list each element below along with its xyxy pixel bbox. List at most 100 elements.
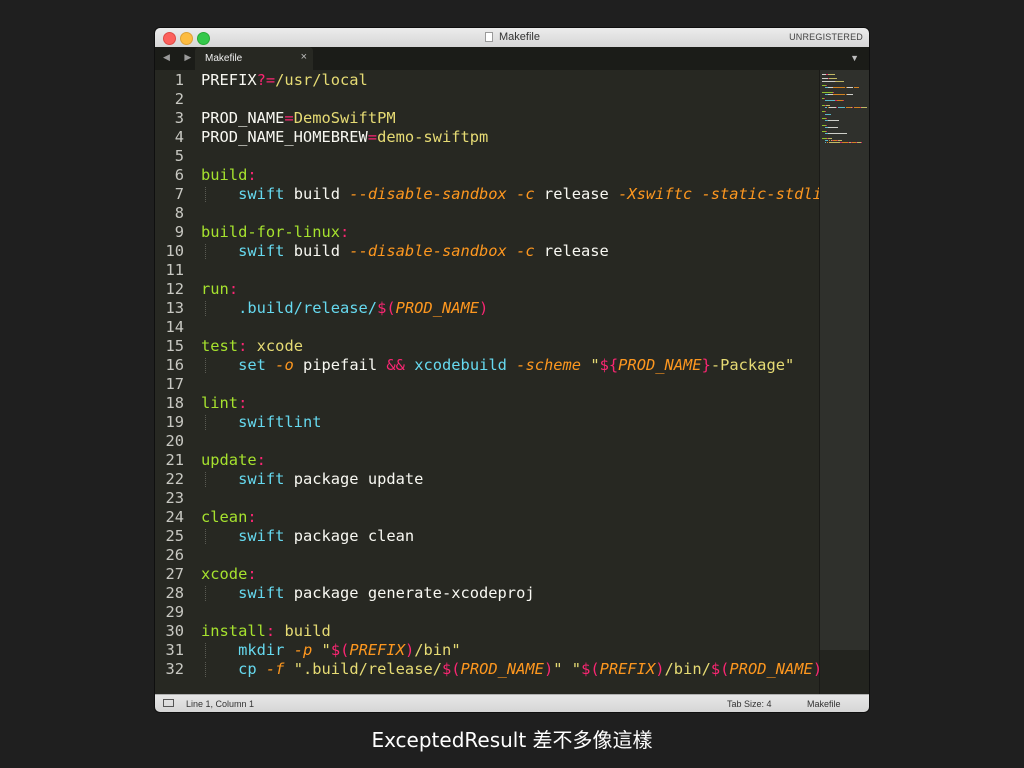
minimap-stroke: [835, 80, 844, 82]
tab-scroll-arrows-icon[interactable]: ◀ ▶: [163, 52, 197, 63]
minimap-stroke: [826, 104, 830, 106]
minimap-stroke: [822, 91, 833, 93]
code-line[interactable]: 17: [155, 375, 819, 394]
code-token: }: [701, 356, 711, 374]
code-line[interactable]: 29: [155, 603, 819, 622]
code-line[interactable]: 27 xcode:: [155, 565, 819, 584]
line-number: 26: [165, 546, 184, 564]
code-line[interactable]: 2: [155, 90, 819, 109]
code-line[interactable]: 8: [155, 204, 819, 223]
code-token: run: [201, 280, 229, 298]
line-number: 24: [165, 508, 184, 526]
code-line[interactable]: 5: [155, 147, 819, 166]
code-line[interactable]: 26: [155, 546, 819, 565]
code-line[interactable]: 18 lint:: [155, 394, 819, 413]
unregistered-label: UNREGISTERED: [789, 32, 863, 42]
code-line[interactable]: 21 update:: [155, 451, 819, 470]
code-token: PROD_NAME: [460, 660, 544, 678]
window-title: Makefile: [499, 31, 540, 43]
code-line[interactable]: 11: [155, 261, 819, 280]
code-token: :: [265, 622, 276, 640]
line-number: 10: [165, 242, 184, 260]
code-token: build: [201, 166, 248, 184]
code-token: PROD_NAME: [729, 660, 813, 678]
minimap-stroke: [829, 107, 836, 108]
code-line[interactable]: 13 .build/release/$(PROD_NAME): [155, 299, 819, 318]
minimap[interactable]: [819, 70, 869, 694]
code-token: -c: [516, 242, 535, 260]
minimize-window-button[interactable]: [180, 32, 193, 45]
code-token: :: [247, 508, 257, 526]
code-token: :: [238, 394, 248, 412]
tab-makefile[interactable]: Makefile ×: [195, 47, 313, 70]
close-tab-icon[interactable]: ×: [301, 51, 307, 63]
code-line[interactable]: 12 run:: [155, 280, 819, 299]
code-token: swift: [238, 584, 285, 602]
code-token: /bin": [414, 641, 461, 659]
line-number: 29: [165, 603, 184, 621]
cursor-position[interactable]: Line 1, Column 1: [186, 699, 254, 709]
code-line[interactable]: 9 build-for-linux:: [155, 223, 819, 242]
code-token: xcode: [256, 337, 303, 355]
code-line[interactable]: 10 swift build --disable-sandbox -c rele…: [155, 242, 819, 261]
code-token: -o: [275, 356, 294, 374]
minimap-viewport[interactable]: [820, 70, 869, 650]
code-line[interactable]: 14: [155, 318, 819, 337]
code-line[interactable]: 24 clean:: [155, 508, 819, 527]
code-line[interactable]: 19 swiftlint: [155, 413, 819, 432]
code-line[interactable]: 15 test: xcode: [155, 337, 819, 356]
code-line[interactable]: 22 swift package update: [155, 470, 819, 489]
code-line[interactable]: 28 swift package generate-xcodeproj: [155, 584, 819, 603]
panel-icon[interactable]: [163, 699, 174, 707]
tab-menu-chevron-down-icon[interactable]: ▼: [850, 53, 859, 63]
code-token: cp: [238, 660, 257, 678]
line-number: 28: [165, 584, 184, 602]
code-line[interactable]: 6 build:: [155, 166, 819, 185]
code-text: PREFIX?=/usr/local: [201, 71, 368, 90]
tab-size-selector[interactable]: Tab Size: 4: [727, 699, 772, 709]
code-token: -static-stdlib: [701, 185, 819, 203]
line-number: 31: [165, 641, 184, 659]
minimap-stroke: [860, 142, 862, 144]
code-line[interactable]: 16 set -o pipefail && xcodebuild -scheme…: [155, 356, 819, 375]
close-window-button[interactable]: [163, 32, 176, 45]
code-line[interactable]: 7 swift build --disable-sandbox -c relea…: [155, 185, 819, 204]
code-text: update:: [201, 451, 266, 470]
code-line[interactable]: 23: [155, 489, 819, 508]
code-token: =: [367, 128, 378, 146]
syntax-selector[interactable]: Makefile: [807, 699, 841, 709]
code-text: lint:: [201, 394, 247, 413]
code-token: ): [404, 641, 415, 659]
minimap-stroke: [829, 78, 837, 80]
code-text: clean:: [201, 508, 257, 527]
code-token: /bin/: [664, 660, 711, 678]
minimap-stroke: [824, 107, 827, 108]
code-line[interactable]: 31 mkdir -p "$(PREFIX)/bin": [155, 641, 819, 660]
minimap-stroke: [838, 107, 846, 108]
code-token: swift: [238, 242, 285, 260]
code-line[interactable]: 32 cp -f ".build/release/$(PROD_NAME)" "…: [155, 660, 819, 679]
code-line[interactable]: 25 swift package clean: [155, 527, 819, 546]
code-token: clean: [201, 508, 248, 526]
code-token: ": [571, 660, 582, 678]
code-line[interactable]: 4 PROD_NAME_HOMEBREW=demo-swiftpm: [155, 128, 819, 147]
code-token: PREFIX: [201, 71, 257, 89]
minimap-stroke: [824, 113, 832, 115]
code-editor[interactable]: 1 PREFIX?=/usr/local 2 3 PROD_NAME=DemoSwift…: [155, 70, 819, 694]
code-line[interactable]: 3 PROD_NAME=DemoSwiftPM: [155, 109, 819, 128]
code-token: ?=: [256, 71, 276, 89]
code-line[interactable]: 20: [155, 432, 819, 451]
code-line[interactable]: 1 PREFIX?=/usr/local: [155, 71, 819, 90]
line-number: 32: [165, 660, 184, 678]
code-text: build-for-linux:: [201, 223, 349, 242]
code-line[interactable]: 30 install: build: [155, 622, 819, 641]
code-token: xcodebuild: [414, 356, 507, 374]
maximize-window-button[interactable]: [197, 32, 210, 45]
code-text: PROD_NAME=DemoSwiftPM: [201, 109, 396, 128]
minimap-stroke: [832, 91, 834, 93]
